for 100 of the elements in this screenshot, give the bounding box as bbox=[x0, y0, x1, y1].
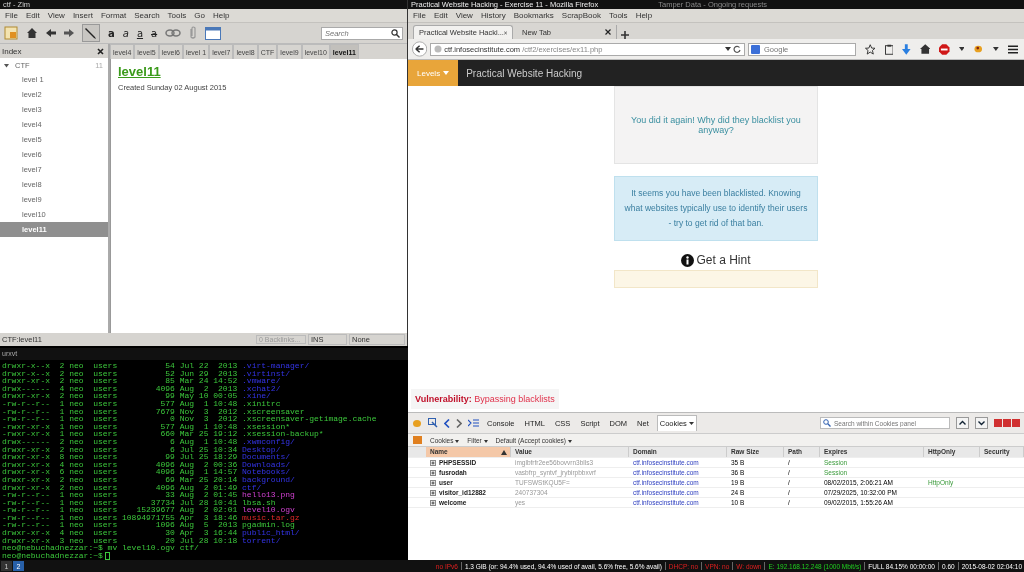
terminal-line: drwxr-xr-x 2 neo users 6 Jul 25 10:34 Desktop/ bbox=[2, 445, 281, 454]
terminal-prompt: neo@nebuchadnezzar:~$ mv level10.ogv ctf/ bbox=[2, 543, 199, 553]
menu-item[interactable]: File bbox=[413, 11, 426, 20]
page-heading: level11 bbox=[118, 64, 161, 79]
menu-item[interactable]: Go bbox=[194, 11, 205, 20]
command-line-icon[interactable] bbox=[468, 419, 479, 427]
search-icon bbox=[391, 28, 400, 38]
terminal-line: -rwxr-xr-x 1 neo users 660 Mar 25 19:12 .xsession-backup* bbox=[2, 430, 325, 438]
file-name: .virtinst/ bbox=[242, 368, 291, 378]
file-name: .xscreensaver-getimage.cache bbox=[242, 414, 377, 424]
file-name: .xscreensaver bbox=[242, 406, 305, 416]
terminal-line: drwx------ 2 neo users 6 Aug 1 10:48 .xwmconfig/ bbox=[2, 437, 295, 446]
home-icon[interactable] bbox=[26, 27, 38, 39]
file-name: .xine/ bbox=[242, 391, 271, 401]
menu-item[interactable]: Help bbox=[635, 11, 653, 20]
text-cursor bbox=[104, 551, 110, 560]
expander-icon[interactable] bbox=[3, 61, 10, 69]
terminal-line: drwxr-xr-x 2 neo users 69 Mar 25 20:14 background/ bbox=[2, 475, 296, 484]
menu-item[interactable]: Edit bbox=[433, 11, 448, 20]
format-button[interactable]: a bbox=[122, 27, 129, 39]
menu-item[interactable]: File bbox=[5, 11, 18, 20]
back-arrow-icon[interactable] bbox=[412, 41, 428, 57]
hint-link[interactable]: Get a Hint bbox=[681, 253, 751, 267]
close-icon[interactable] bbox=[97, 47, 104, 55]
down-arrow-icon[interactable] bbox=[975, 417, 988, 429]
expand-icon[interactable] bbox=[430, 459, 436, 466]
menu-item[interactable]: ScrapBook bbox=[561, 11, 601, 20]
terminal-line: -rw-r--r-- 1 neo users 33 Aug 2 01:45 hello13.png bbox=[2, 491, 296, 499]
file-name: public_html/ bbox=[242, 528, 300, 538]
caret-icon bbox=[443, 71, 450, 75]
menu-item[interactable]: Tools bbox=[167, 11, 187, 20]
notice-box: It seems you have been blacklisted. Knowing what websites typically use to identify their users - try to get rid of that ban. bbox=[614, 176, 818, 241]
terminal-line: -rw-r--r-- 1 neo users 15239677 Aug 2 02:01 level10.ogv bbox=[2, 506, 296, 514]
terminal-line: -rw-r--r-- 1 neo users 10894971755 Apr 3 18:46 music.tar.gz bbox=[2, 513, 301, 522]
file-name: ctf/ bbox=[242, 482, 262, 492]
file-name: level10.ogv bbox=[242, 505, 295, 515]
file-name: .xsession* bbox=[242, 421, 291, 431]
menu-item[interactable]: Bookmarks bbox=[513, 11, 554, 20]
search-icon bbox=[823, 419, 831, 427]
stop-sign-icon[interactable] bbox=[939, 43, 950, 55]
format-button[interactable]: a bbox=[151, 27, 158, 39]
expand-icon[interactable] bbox=[430, 489, 436, 496]
calendar-icon[interactable] bbox=[205, 26, 222, 40]
globe-icon bbox=[434, 45, 443, 53]
menu-item[interactable]: Format bbox=[100, 11, 127, 20]
bug-icon[interactable] bbox=[973, 44, 984, 54]
paperclip-icon[interactable] bbox=[189, 26, 198, 40]
site-title[interactable]: Practical Website Hacking bbox=[466, 67, 583, 79]
expand-icon[interactable] bbox=[430, 479, 436, 486]
up-arrow-icon[interactable] bbox=[956, 417, 969, 429]
search-engine-icon[interactable] bbox=[751, 44, 761, 54]
menu-item[interactable]: Edit bbox=[25, 11, 40, 20]
forward-arrow-icon[interactable] bbox=[64, 28, 74, 38]
file-name: .xwmconfig/ bbox=[242, 436, 295, 446]
caret-icon bbox=[688, 422, 694, 425]
caret-icon[interactable] bbox=[725, 47, 732, 51]
menu-icon[interactable] bbox=[1007, 44, 1019, 54]
link-icon[interactable] bbox=[165, 28, 182, 38]
menu-item[interactable]: View bbox=[455, 11, 473, 20]
download-icon[interactable] bbox=[902, 43, 911, 55]
new-tab-icon[interactable] bbox=[621, 31, 629, 39]
back-arrow-icon[interactable] bbox=[46, 28, 56, 38]
menu-item[interactable]: Search bbox=[134, 11, 160, 20]
terminal-line: drwxr-xr-x 6 neo users 4096 Aug 1 14:57 Notebooks/ bbox=[2, 468, 292, 476]
terminal-line: -rw-r--r-- 1 neo users 1096 Aug 5 2013 pgadmin.log bbox=[2, 521, 295, 530]
reload-icon[interactable] bbox=[733, 45, 742, 53]
pen-icon[interactable] bbox=[82, 24, 100, 42]
terminal-line: -rw-r--r-- 1 neo users 7679 Nov 3 2012 .xscreensaver bbox=[2, 407, 306, 416]
format-button[interactable]: a bbox=[108, 27, 115, 39]
terminal-line: drwxr-xr-x 2 neo users 4096 Aug 2 01:49 ctf/ bbox=[2, 483, 262, 492]
caret-icon bbox=[483, 439, 488, 443]
file-name: lbsa.sh bbox=[242, 497, 276, 507]
vulnerability-label: Vulnerability: Bypassing blacklists bbox=[411, 389, 559, 409]
expand-icon[interactable] bbox=[430, 469, 436, 476]
inspect-icon[interactable] bbox=[428, 418, 438, 428]
pane-title: Index bbox=[2, 46, 22, 56]
terminal-line: -rw-r--r-- 1 neo users 577 Aug 1 10:48 .xinitrc bbox=[2, 399, 282, 408]
format-button[interactable]: a bbox=[136, 27, 144, 39]
sort-arrow-icon[interactable] bbox=[501, 449, 507, 455]
clipboard-icon[interactable] bbox=[884, 43, 894, 55]
file-name: Desktop/ bbox=[242, 444, 281, 454]
file-name: Documents/ bbox=[242, 452, 291, 462]
caret-icon[interactable] bbox=[992, 47, 999, 51]
window-controls-icon[interactable] bbox=[994, 419, 1020, 427]
terminal-prompt: neo@nebuchadnezzar:~$ bbox=[2, 550, 103, 560]
star-icon[interactable] bbox=[865, 43, 876, 55]
terminal-line: drwx------ 4 neo users 4096 Aug 2 2013 .xchat2/ bbox=[2, 384, 282, 393]
menu-item[interactable]: Tools bbox=[608, 11, 628, 20]
terminal-line: -rwxr-xr-x 1 neo users 577 Aug 1 10:48 .xsession* bbox=[2, 422, 291, 431]
menu-item[interactable]: Help bbox=[212, 11, 230, 20]
message-box: You did it again! Why did they blacklist you anyway? bbox=[614, 86, 818, 164]
terminal-line: -rw-r--r-- 1 neo users 0 Nov 3 2012 .xscreensaver-getimage.cache bbox=[2, 415, 378, 423]
caret-icon[interactable] bbox=[958, 47, 965, 51]
menu-item[interactable]: View bbox=[47, 11, 65, 20]
expand-icon[interactable] bbox=[430, 499, 436, 506]
menu-item[interactable]: Insert bbox=[72, 11, 93, 20]
home-icon[interactable] bbox=[919, 44, 931, 54]
menu-item[interactable]: History bbox=[480, 11, 506, 20]
close-icon[interactable] bbox=[605, 29, 611, 35]
terminal-line: drwxr-x--x 2 neo users 52 Jun 29 2013 .virtinst/ bbox=[2, 369, 291, 378]
